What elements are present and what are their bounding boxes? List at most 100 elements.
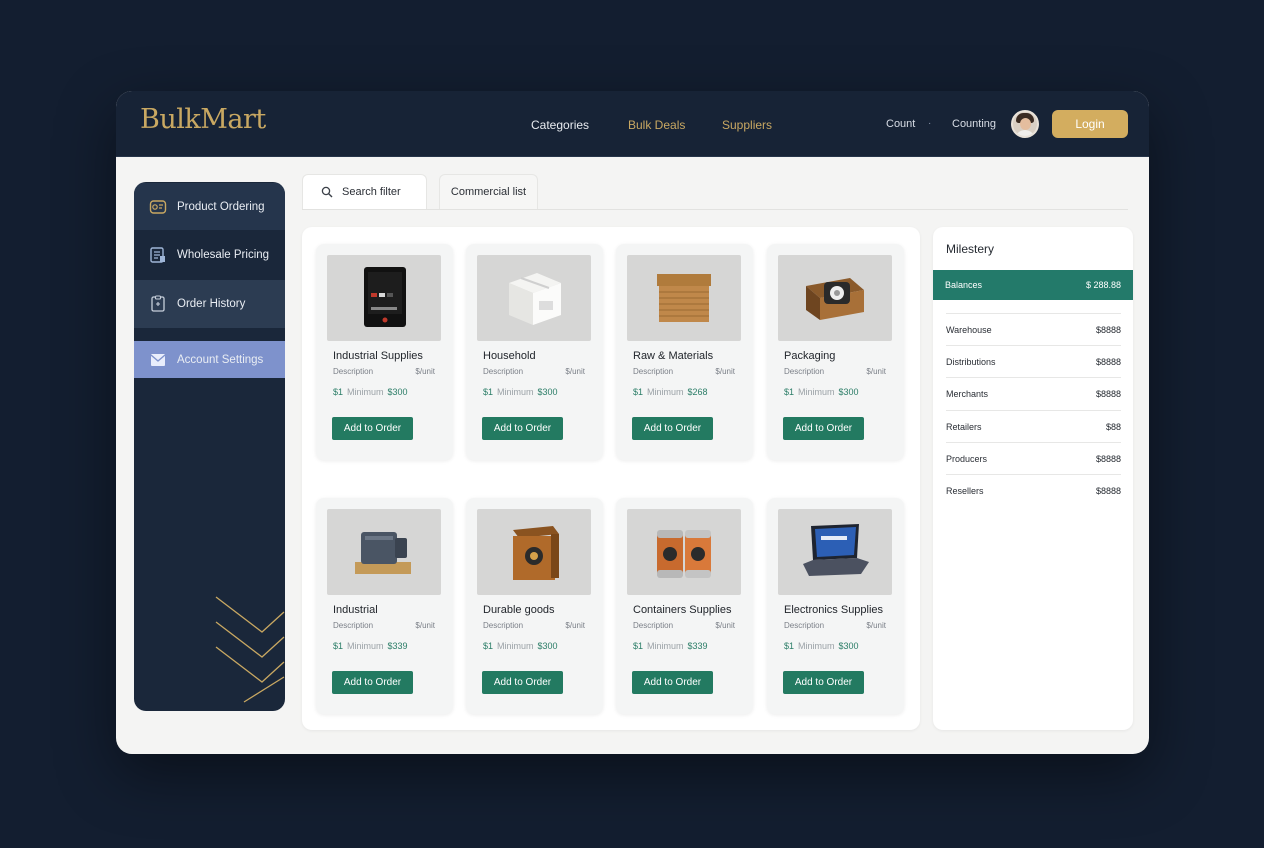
product-price: $1 Minimum $300 <box>483 387 558 397</box>
nav-suppliers[interactable]: Suppliers <box>722 118 772 132</box>
product-image[interactable] <box>477 255 591 341</box>
product-name: Electronics Supplies <box>784 604 884 616</box>
receipt-icon <box>149 295 167 313</box>
laptop-icon <box>803 524 869 576</box>
product-name: Industrial <box>333 604 378 616</box>
summary-panel: Milestery Balances $ 288.88 Warehouse $88… <box>933 227 1133 730</box>
crate-icon <box>657 274 711 322</box>
product-image[interactable] <box>627 255 741 341</box>
product-price: $1 Minimum $300 <box>784 387 859 397</box>
product-card: Household Description $/unit $1 Minimum $3… <box>466 244 603 460</box>
machine-icon <box>355 532 411 574</box>
safe-box-icon <box>513 526 559 580</box>
separator-dot: · <box>928 118 932 129</box>
add-to-order-button[interactable]: Add to Order <box>632 417 713 440</box>
tab-label: Commercial list <box>450 186 527 198</box>
summary-row[interactable]: Retailers $88 <box>946 410 1121 442</box>
product-unit: $/unit <box>415 621 435 630</box>
product-unit: $/unit <box>565 367 585 376</box>
sidebar-item-order-history[interactable]: Order History <box>134 280 285 328</box>
product-unit: $/unit <box>715 621 735 630</box>
product-description: Description <box>483 621 524 630</box>
product-card: Containers Supplies Description $/unit $… <box>616 498 753 714</box>
product-description: Description <box>633 621 674 630</box>
product-unit: $/unit <box>715 367 735 376</box>
tag-list-icon <box>149 246 167 264</box>
product-card: Industrial Description $/unit $1 Minimum $… <box>316 498 453 714</box>
product-card: Industrial Supplies Description $/unit $… <box>316 244 453 460</box>
product-name: Household <box>483 350 536 362</box>
app-window: BulkMart Categories Bulk Deals Suppliers… <box>116 91 1149 754</box>
product-card: Electronics Supplies Description $/unit … <box>767 498 904 714</box>
add-to-order-button[interactable]: Add to Order <box>482 671 563 694</box>
product-price: $1 Minimum $300 <box>784 641 859 651</box>
product-image[interactable] <box>778 255 892 341</box>
product-description: Description <box>784 367 825 376</box>
sidebar-item-wholesale-pricing[interactable]: Wholesale Pricing <box>134 231 285 278</box>
add-to-order-button[interactable]: Add to Order <box>332 671 413 694</box>
add-to-order-button[interactable]: Add to Order <box>332 417 413 440</box>
product-description: Description <box>483 367 524 376</box>
product-card: Packaging Description $/unit $1 Minimum $3… <box>767 244 904 460</box>
summary-row[interactable]: Merchants $8888 <box>946 377 1121 409</box>
product-name: Raw & Materials <box>633 350 714 362</box>
product-card: Durable goods Description $/unit $1 Minim… <box>466 498 603 714</box>
product-unit: $/unit <box>565 621 585 630</box>
product-price: $1 Minimum $339 <box>633 641 708 651</box>
product-name: Packaging <box>784 350 836 362</box>
tab-search-filter[interactable]: Search filter <box>302 174 427 209</box>
summary-highlight-value: $ 288.88 <box>1085 280 1121 290</box>
product-price: $1 Minimum $268 <box>633 387 708 397</box>
product-card: Raw & Materials Description $/unit $1 Min… <box>616 244 753 460</box>
summary-row[interactable]: Producers $8888 <box>946 442 1121 474</box>
product-unit: $/unit <box>415 367 435 376</box>
nav-categories[interactable]: Categories <box>531 118 589 132</box>
nav-bulk-deals[interactable]: Bulk Deals <box>628 118 685 132</box>
counting-link[interactable]: Counting <box>952 118 996 130</box>
add-to-order-button[interactable]: Add to Order <box>783 417 864 440</box>
product-price: $1 Minimum $339 <box>333 641 408 651</box>
add-to-order-button[interactable]: Add to Order <box>482 417 563 440</box>
login-button[interactable]: Login <box>1052 110 1128 138</box>
avatar[interactable] <box>1011 110 1039 138</box>
product-price: $1 Minimum $300 <box>333 387 408 397</box>
box-icon <box>149 198 167 216</box>
product-image[interactable] <box>327 509 441 595</box>
product-price: $1 Minimum $300 <box>483 641 558 651</box>
summary-row[interactable]: Warehouse $8888 <box>946 313 1121 345</box>
chevron-decoration <box>215 596 285 703</box>
device-icon <box>364 267 406 327</box>
summary-row[interactable]: Distributions $8888 <box>946 345 1121 377</box>
add-to-order-button[interactable]: Add to Order <box>632 671 713 694</box>
product-image[interactable] <box>627 509 741 595</box>
summary-title: Milestery <box>946 242 995 256</box>
product-description: Description <box>633 367 674 376</box>
product-name: Industrial Supplies <box>333 350 423 362</box>
product-description: Description <box>784 621 825 630</box>
sidebar-item-account-settings[interactable]: Account Settings <box>134 341 285 378</box>
cans-icon <box>657 530 711 578</box>
product-description: Description <box>333 621 374 630</box>
product-unit: $/unit <box>866 367 886 376</box>
white-box-icon <box>509 273 561 325</box>
sidebar-item-label: Order History <box>177 298 246 310</box>
summary-row[interactable]: Resellers $8888 <box>946 474 1121 506</box>
add-to-order-button[interactable]: Add to Order <box>783 671 864 694</box>
product-image[interactable] <box>327 255 441 341</box>
brand-logo[interactable]: BulkMart <box>140 104 266 135</box>
mail-icon <box>149 351 167 369</box>
summary-highlight-label: Balances <box>945 280 983 290</box>
product-image[interactable] <box>778 509 892 595</box>
count-link[interactable]: Count <box>886 118 915 130</box>
tab-commercial-list[interactable]: Commercial list <box>439 174 538 209</box>
sidebar-item-label: Wholesale Pricing <box>177 248 270 261</box>
sidebar-item-product-ordering[interactable]: Product Ordering <box>134 183 285 230</box>
tab-divider <box>302 209 1128 210</box>
product-description: Description <box>333 367 374 376</box>
product-name: Durable goods <box>483 604 555 616</box>
sidebar-item-label: Account Settings <box>177 353 264 366</box>
tab-label: Search filter <box>342 186 401 198</box>
search-icon <box>321 186 333 198</box>
product-image[interactable] <box>477 509 591 595</box>
summary-highlight-row[interactable]: Balances $ 288.88 <box>933 270 1133 300</box>
